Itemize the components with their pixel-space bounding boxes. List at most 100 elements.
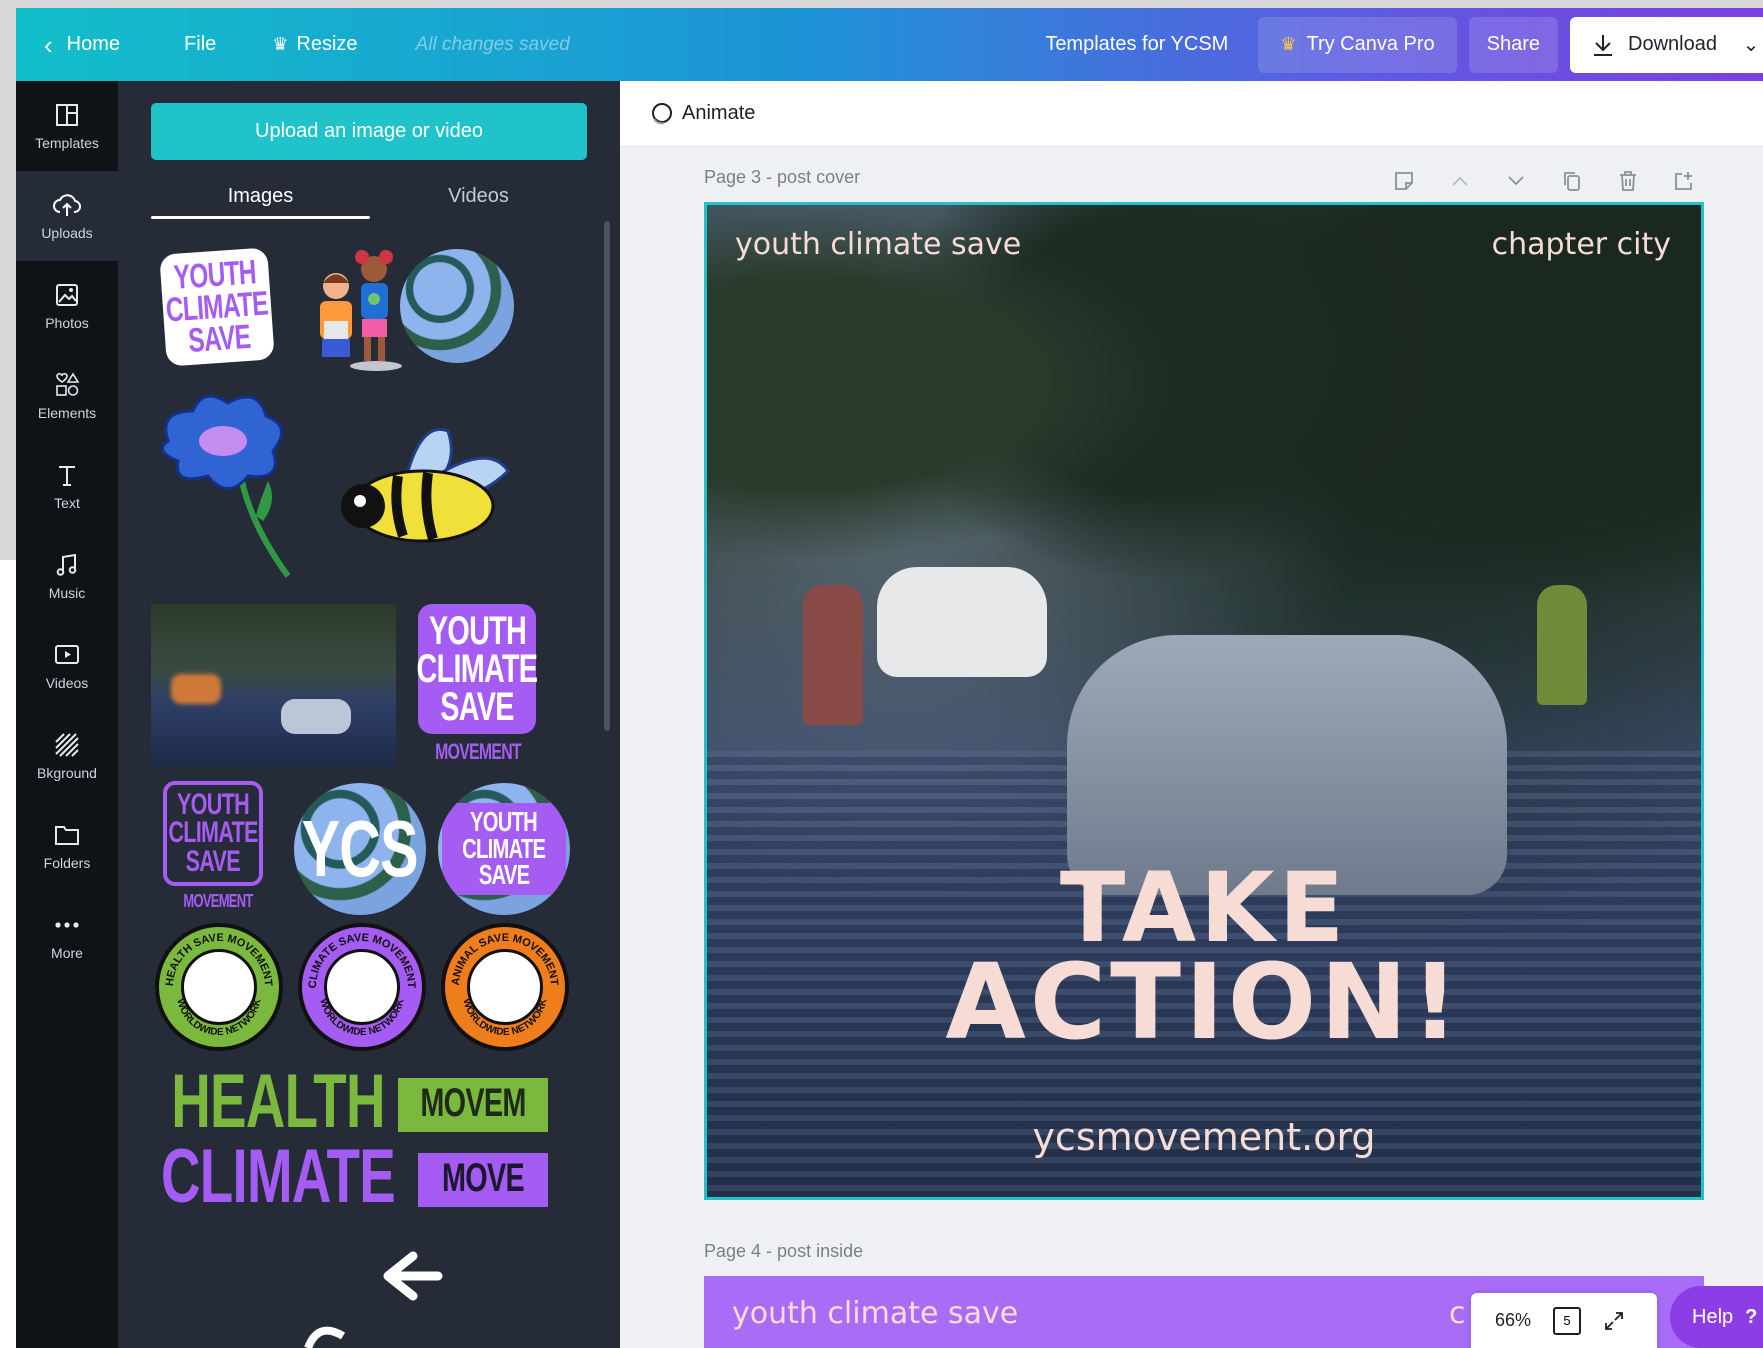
- kids-illustration[interactable]: [306, 241, 406, 371]
- design-page-3[interactable]: youth climate save chapter city TAKE ACT…: [704, 202, 1704, 1200]
- shapes-icon: [53, 371, 81, 399]
- ycs-line: SAVE: [440, 685, 514, 729]
- design-url[interactable]: ycsmovement.org: [707, 1115, 1701, 1159]
- ycs-line: YOUTH: [428, 609, 526, 653]
- design-org-name[interactable]: youth climate save: [735, 227, 1021, 262]
- rail-item-videos[interactable]: Videos: [16, 621, 118, 711]
- window-frame-left-lower: [0, 560, 16, 1348]
- design-org-name[interactable]: youth climate save: [732, 1296, 1018, 1331]
- ycs-line: CLIMATE: [416, 647, 539, 691]
- person-silhouette: [1537, 585, 1587, 705]
- rail-label: Videos: [45, 675, 89, 691]
- file-menu-button[interactable]: File: [170, 8, 230, 81]
- share-button[interactable]: Share: [1468, 16, 1559, 73]
- help-question-icon: ?: [1745, 1305, 1758, 1328]
- uploads-panel: Upload an image or video Images Videos Y…: [118, 81, 620, 1348]
- move-up-chevron-icon[interactable]: [1432, 163, 1488, 199]
- photo-icon: [53, 281, 81, 309]
- page-count-button[interactable]: 5: [1553, 1306, 1582, 1335]
- climate-save-badge[interactable]: CLIMATE SAVE MOVEMENT WORLDWIDE NETWORK: [298, 923, 426, 1051]
- car-shape: [877, 567, 1047, 677]
- zoom-controls: 66% 5: [1471, 1293, 1657, 1348]
- ycs-logo-sticker[interactable]: YOUTH CLIMATE SAVE: [159, 247, 275, 367]
- more-dots-icon: [53, 911, 81, 939]
- help-button[interactable]: Help ?: [1670, 1286, 1763, 1348]
- bee-illustration[interactable]: [328, 411, 513, 561]
- logo-card: YOUTH CLIMATE SAVE: [163, 781, 263, 886]
- crown-icon: ♛: [1280, 34, 1297, 54]
- templates-icon: [53, 101, 81, 129]
- download-label: Download: [1628, 33, 1717, 55]
- car-shape: [171, 674, 221, 704]
- rail-item-folders[interactable]: Folders: [16, 801, 118, 891]
- rail-label: Bkground: [37, 765, 97, 781]
- health-save-banner[interactable]: HEALTH SAVE MOVEM: [138, 1066, 618, 1138]
- upload-media-button[interactable]: Upload an image or video: [151, 103, 587, 160]
- svg-text:HEALTH SAVE MOVEMENT: HEALTH SAVE MOVEMENT: [164, 932, 274, 987]
- download-options-chevron-icon[interactable]: ⌄: [1739, 16, 1763, 73]
- climate-save-banner[interactable]: CLIMATE SAVE MOVE: [138, 1141, 618, 1213]
- ycs-movement-logo[interactable]: YOUTH CLIMATE SAVE MOVEMENT: [413, 604, 543, 769]
- health-save-badge[interactable]: HEALTH SAVE MOVEMENT WORLDWIDE NETWORK: [155, 923, 283, 1051]
- design-chapter-city[interactable]: chapter city: [1492, 227, 1671, 262]
- ycs-abbrev: YCS: [301, 804, 419, 893]
- tab-images[interactable]: Images: [151, 176, 370, 216]
- duplicate-page-icon[interactable]: [1544, 163, 1600, 199]
- logo-card: YOUTH CLIMATE SAVE: [442, 803, 566, 895]
- help-label: Help: [1692, 1305, 1734, 1328]
- resize-button[interactable]: ♛ Resize: [258, 8, 371, 81]
- ycs-globe-sticker[interactable]: YCS: [294, 783, 426, 915]
- blue-flower-illustration[interactable]: [148, 381, 298, 581]
- rail-label: Photos: [45, 315, 89, 331]
- panel-scrollbar[interactable]: [604, 221, 610, 731]
- rail-item-text[interactable]: Text: [16, 441, 118, 531]
- rail-label: Templates: [35, 135, 99, 151]
- delete-page-icon[interactable]: [1600, 163, 1656, 199]
- ycs-line: SAVE: [478, 859, 530, 891]
- animate-button[interactable]: Animate: [682, 102, 755, 125]
- animal-save-badge[interactable]: ANIMAL SAVE MOVEMENT WORLDWIDE NETWORK: [441, 923, 569, 1051]
- ycs-line: YOUTH: [177, 787, 250, 821]
- active-tab-indicator: [151, 216, 370, 219]
- move-down-chevron-icon[interactable]: [1488, 163, 1544, 199]
- rail-item-more[interactable]: More: [16, 891, 118, 981]
- ycs-movement-dark-logo[interactable]: YOUTH CLIMATE SAVE MOVEMENT: [163, 781, 273, 916]
- window-frame-left: [0, 0, 16, 560]
- home-button[interactable]: ‹ Home: [16, 8, 134, 81]
- rail-item-music[interactable]: Music: [16, 531, 118, 621]
- animate-icon: [652, 102, 672, 124]
- design-headline-action[interactable]: ACTION!: [707, 950, 1701, 1054]
- page-tools: [1376, 163, 1712, 199]
- add-page-icon[interactable]: [1656, 163, 1712, 199]
- banner-text: HEALTH SAVE: [171, 1066, 385, 1138]
- earth-illustration[interactable]: [400, 249, 514, 363]
- fullscreen-icon[interactable]: [1603, 1310, 1625, 1332]
- banner-tag-text: MOVE: [442, 1156, 525, 1200]
- top-bar: ‹ Home File ♛ Resize All changes saved T…: [16, 8, 1763, 81]
- project-title[interactable]: Templates for YCSM: [1031, 8, 1242, 81]
- canvas-area: Animate Page 3 - post cover youth climat…: [620, 81, 1763, 1348]
- tab-videos[interactable]: Videos: [370, 176, 587, 216]
- rail-item-background[interactable]: Bkground: [16, 711, 118, 801]
- flood-photo-thumbnail[interactable]: [151, 604, 396, 767]
- rail-item-elements[interactable]: Elements: [16, 351, 118, 441]
- car-shape: [281, 699, 351, 734]
- rail-item-templates[interactable]: Templates: [16, 81, 118, 171]
- resize-label: Resize: [296, 33, 358, 55]
- try-pro-button[interactable]: ♛ Try Canva Pro: [1258, 16, 1457, 73]
- icon-rail: Templates Uploads Photos Elements Text M…: [16, 81, 118, 1348]
- logo-card: YOUTH CLIMATE SAVE: [416, 604, 539, 734]
- ycs-globe-badge[interactable]: YOUTH CLIMATE SAVE: [438, 783, 570, 915]
- rail-item-photos[interactable]: Photos: [16, 261, 118, 351]
- design-chapter-city-partial[interactable]: c: [1449, 1296, 1466, 1331]
- page-3-label[interactable]: Page 3 - post cover: [704, 167, 860, 188]
- rail-item-uploads[interactable]: Uploads: [16, 171, 118, 261]
- rail-label: Folders: [43, 855, 91, 871]
- arrow-doodle-icon[interactable]: [288, 1251, 448, 1348]
- badge-ring-text: CLIMATE SAVE MOVEMENT WORLDWIDE NETWORK: [307, 932, 417, 1038]
- text-icon: [53, 461, 81, 489]
- zoom-level[interactable]: 66%: [1495, 1310, 1531, 1331]
- note-icon[interactable]: [1376, 163, 1432, 199]
- download-button[interactable]: Download: [1570, 16, 1739, 73]
- page-4-label[interactable]: Page 4 - post inside: [704, 1241, 863, 1262]
